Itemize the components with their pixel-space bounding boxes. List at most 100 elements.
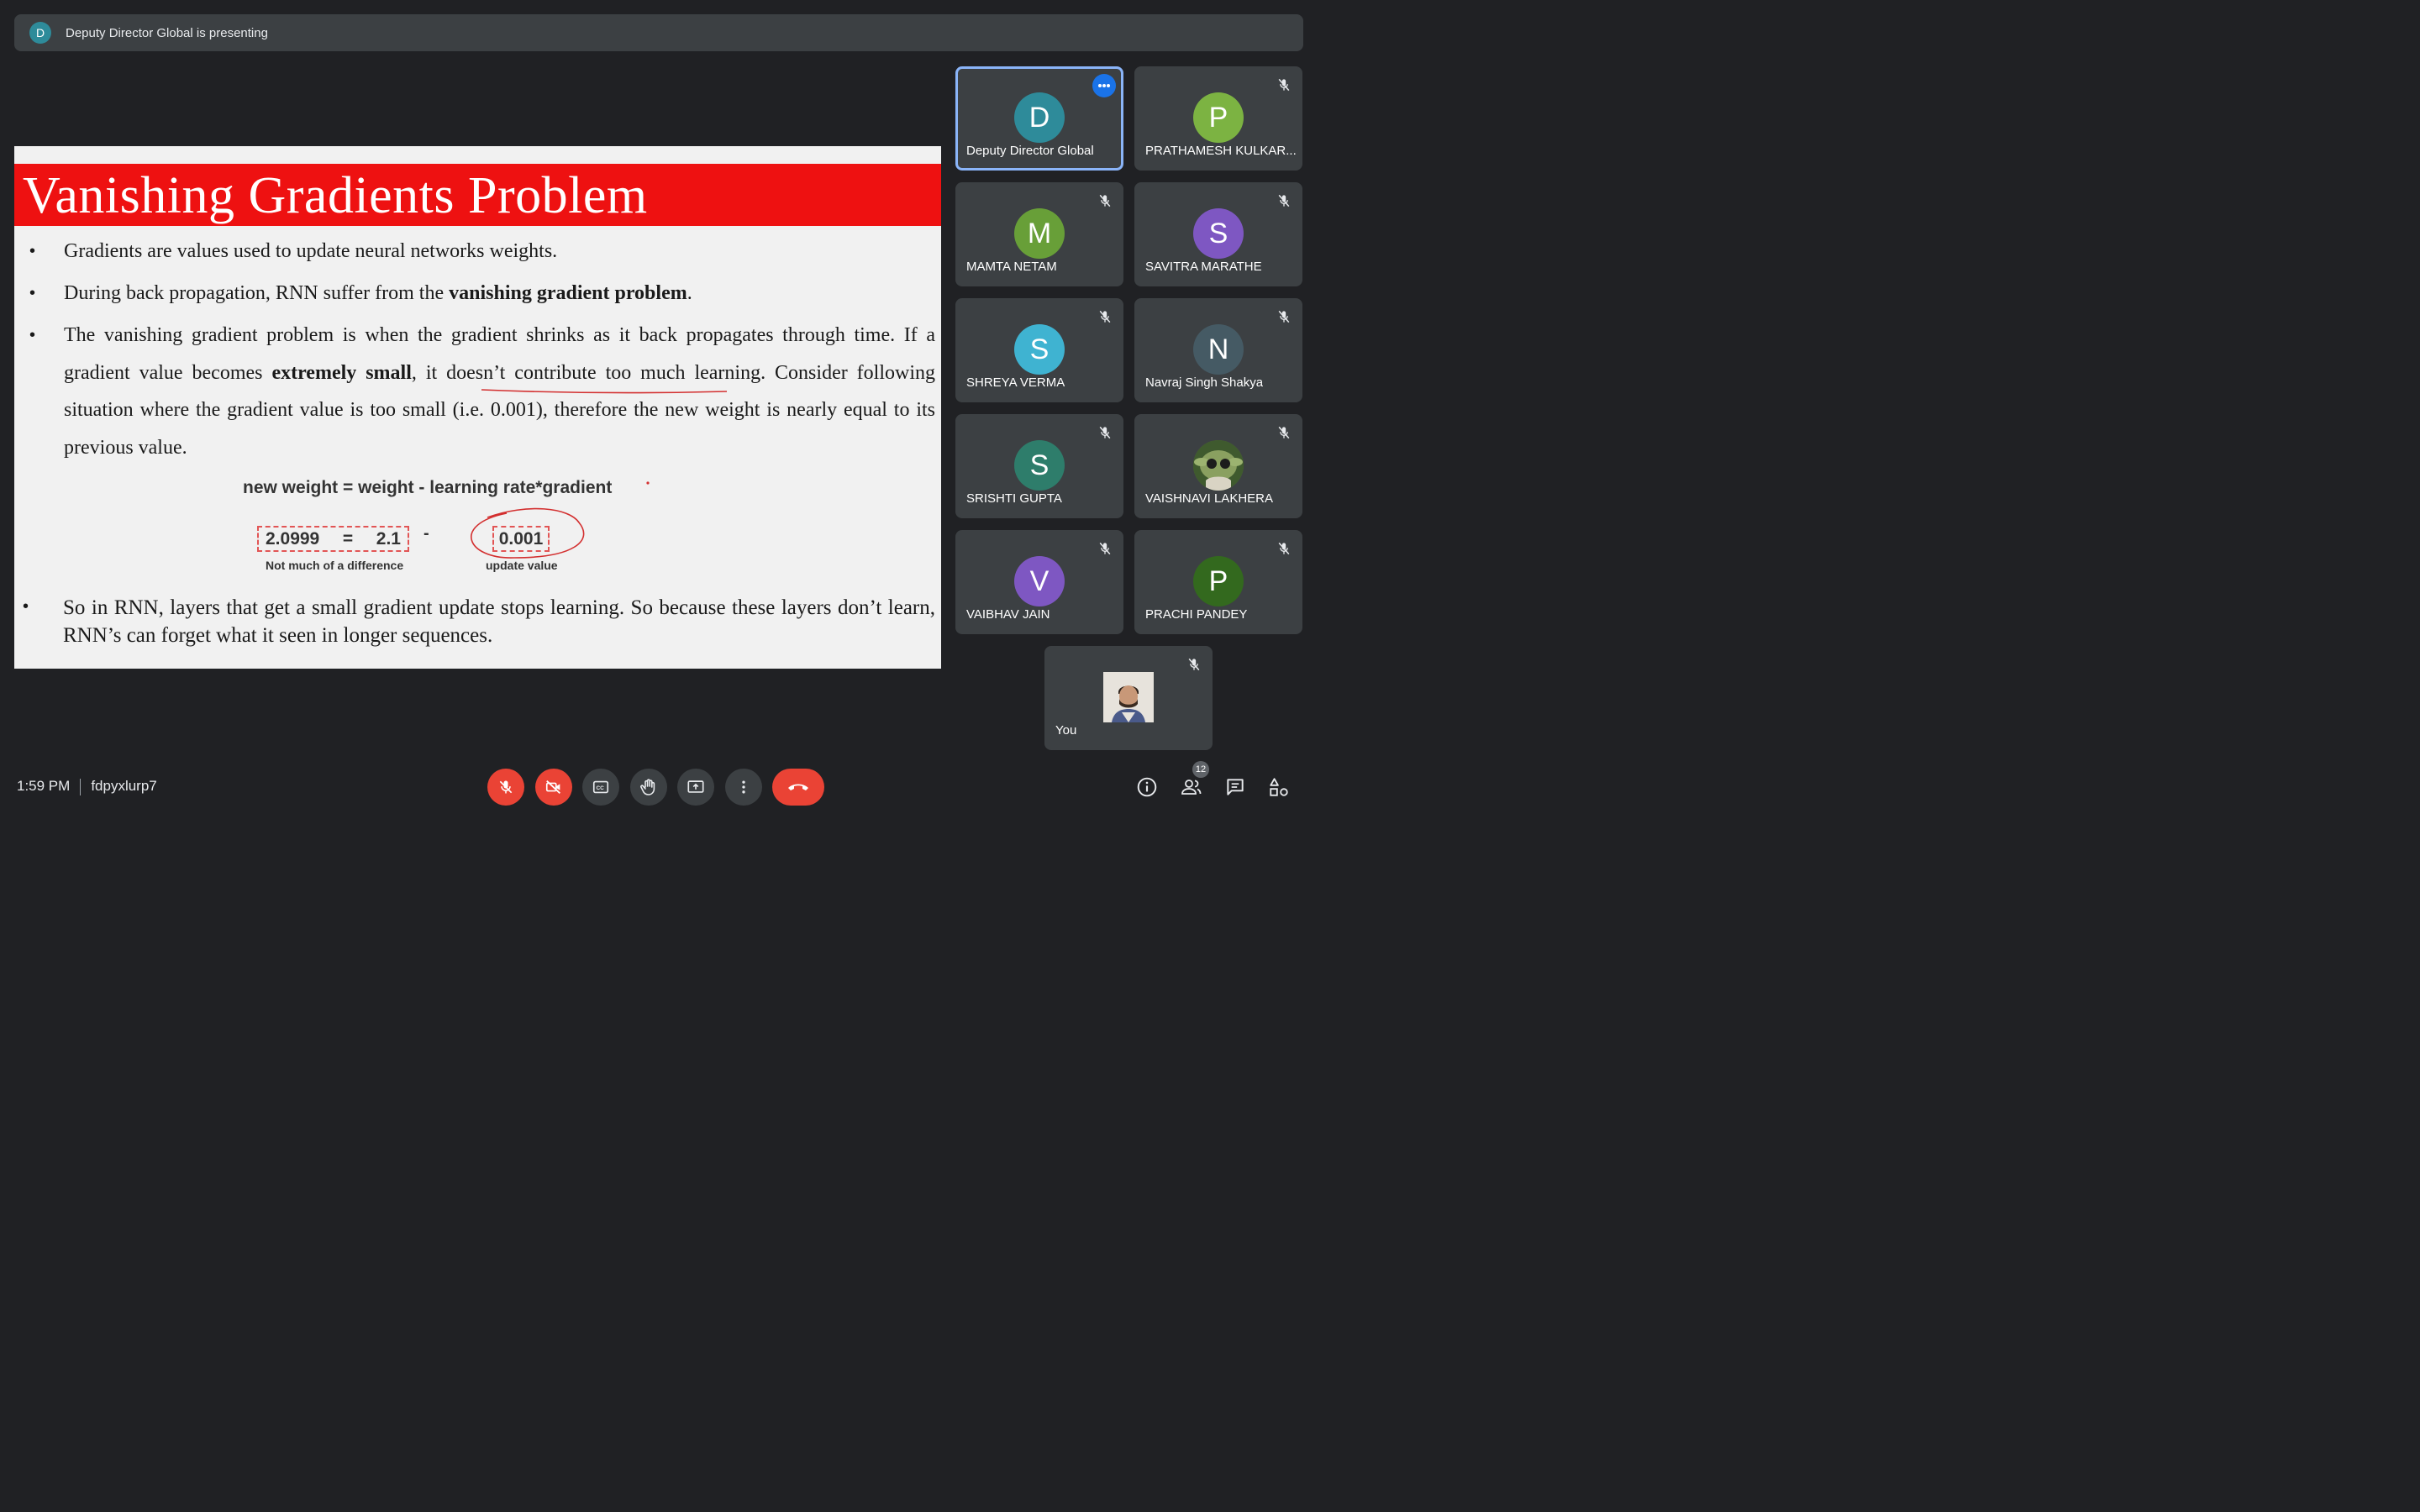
participant-tile[interactable]: You (1044, 646, 1213, 750)
minus-sign: - (424, 524, 429, 543)
bullet-2-bold: vanishing gradient problem (449, 282, 687, 304)
participant-name: MAMTA NETAM (966, 260, 1057, 274)
participant-avatar: V (1014, 556, 1065, 606)
divider (80, 778, 82, 795)
meeting-code: fdpyxlurp7 (91, 778, 157, 794)
participant-avatar: N (1193, 324, 1244, 375)
bullet-marker: • (29, 242, 36, 260)
mic-toggle-button[interactable] (487, 769, 524, 806)
weight-comparison-box: 2.0999 = 2.1 (257, 526, 409, 552)
bullet-1-text: Gradients are values used to update neur… (64, 240, 558, 262)
participant-tile[interactable]: P PRATHAMESH KULKAR... (1134, 66, 1302, 171)
participant-name: VAIBHAV JAIN (966, 607, 1050, 622)
participant-tile[interactable]: N Navraj Singh Shakya (1134, 298, 1302, 402)
meeting-info: 1:59 PM fdpyxlurp7 (17, 778, 157, 795)
participant-tile[interactable]: D Deputy Director Global (955, 66, 1123, 171)
participant-avatar: P (1193, 92, 1244, 143)
participant-avatar: S (1014, 440, 1065, 491)
participant-tile[interactable]: V VAIBHAV JAIN (955, 530, 1123, 634)
slide-bullet-1: Gradients are values used to update neur… (64, 233, 935, 270)
people-count-badge: 12 (1192, 761, 1209, 778)
more-options-icon[interactable] (1092, 74, 1116, 97)
mic-off-icon (1276, 540, 1292, 557)
participant-name: SAVITRA MARATHE (1145, 260, 1262, 274)
equals-sign: = (342, 528, 354, 549)
participant-tile[interactable]: S SHREYA VERMA (955, 298, 1123, 402)
captions-button[interactable]: CC (582, 769, 619, 806)
profile-photo (1103, 672, 1154, 722)
slide-title: Vanishing Gradients Problem (23, 167, 648, 224)
participant-tile[interactable]: S SRISHTI GUPTA (955, 414, 1123, 518)
bullet-2-pre: During back propagation, RNN suffer from… (64, 282, 450, 304)
bullet-marker: • (29, 326, 36, 344)
bullet-4-text: So in RNN, layers that get a small gradi… (63, 596, 935, 647)
camera-toggle-button[interactable] (535, 769, 572, 806)
hand-icon (640, 779, 655, 795)
slide-bullet-4: So in RNN, layers that get a small gradi… (63, 594, 935, 649)
activities-button[interactable] (1266, 774, 1292, 800)
participant-tile[interactable]: S SAVITRA MARATHE (1134, 182, 1302, 286)
presenting-banner: D Deputy Director Global is presenting (14, 14, 1303, 51)
bullet-marker: • (29, 284, 36, 302)
info-icon (1137, 777, 1157, 797)
slide-top-gap (14, 146, 941, 164)
presenter-avatar: D (29, 22, 51, 44)
profile-photo (1193, 440, 1244, 491)
participant-name: PRATHAMESH KULKAR... (1145, 144, 1297, 158)
slide-bullet-2: During back propagation, RNN suffer from… (64, 275, 935, 312)
present-screen-button[interactable] (677, 769, 714, 806)
participant-name: SRISHTI GUPTA (966, 491, 1062, 506)
mic-off-icon (1276, 76, 1292, 93)
participant-name: VAISHNAVI LAKHERA (1145, 491, 1273, 506)
participant-name: PRACHI PANDEY (1145, 607, 1248, 622)
participant-avatar: D (1014, 92, 1065, 143)
participant-name: You (1055, 723, 1077, 738)
raise-hand-button[interactable] (630, 769, 667, 806)
mic-off-icon (1097, 192, 1113, 209)
mic-off-icon (1276, 308, 1292, 325)
participant-name: Navraj Singh Shakya (1145, 375, 1264, 390)
shared-slide: Vanishing Gradients Problem • Gradients … (14, 146, 941, 669)
mic-off-icon (1097, 540, 1113, 557)
clock: 1:59 PM (17, 778, 71, 794)
presenting-text: Deputy Director Global is presenting (66, 25, 268, 40)
participant-avatar: S (1193, 208, 1244, 259)
mic-off-icon (499, 780, 513, 794)
update-value-caption: update value (486, 559, 558, 572)
mic-off-icon (1097, 308, 1113, 325)
participant-tile[interactable]: M MAMTA NETAM (955, 182, 1123, 286)
people-button[interactable] (1179, 774, 1204, 800)
update-value-box: 0.001 (492, 526, 550, 552)
participant-tile[interactable]: P PRACHI PANDEY (1134, 530, 1302, 634)
difference-caption: Not much of a difference (266, 559, 404, 572)
meeting-details-button[interactable] (1134, 774, 1160, 800)
bullet-marker: • (23, 597, 29, 616)
people-icon (1181, 780, 1202, 795)
mic-off-icon (1186, 656, 1202, 673)
participant-avatar: S (1014, 324, 1065, 375)
bullet-2-post: . (687, 282, 692, 304)
present-icon (687, 780, 704, 793)
chat-icon (1227, 779, 1244, 795)
participant-name: SHREYA VERMA (966, 375, 1065, 390)
activities-icon (1270, 778, 1288, 796)
mic-off-icon (1276, 192, 1292, 209)
participant-avatar (1103, 672, 1154, 722)
participant-tile[interactable]: VAISHNAVI LAKHERA (1134, 414, 1302, 518)
end-call-icon (788, 784, 808, 790)
slide-bullet-3: The vanishing gradient problem is when t… (64, 317, 935, 466)
formula: new weight = weight - learning rate*grad… (243, 478, 613, 497)
participant-name: Deputy Director Global (966, 144, 1094, 158)
participant-avatar: M (1014, 208, 1065, 259)
captions-icon: CC (592, 780, 609, 794)
dot-annotation (646, 481, 650, 485)
mic-off-icon (1097, 424, 1113, 441)
old-weight-value: 2.1 (376, 528, 401, 549)
svg-text:CC: CC (597, 785, 605, 791)
chat-button[interactable] (1223, 774, 1248, 800)
leave-call-button[interactable] (772, 769, 824, 806)
bullet-3-bold: extremely small (271, 361, 412, 384)
more-options-button[interactable] (725, 769, 762, 806)
participant-avatar (1193, 440, 1244, 491)
mic-off-icon (1276, 424, 1292, 441)
